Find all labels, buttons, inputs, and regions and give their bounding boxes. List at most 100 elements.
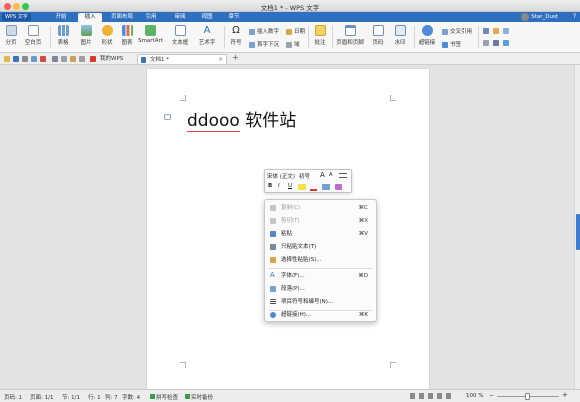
smartart-button[interactable]: SmartArt bbox=[137, 25, 164, 44]
date-button[interactable]: 日期 bbox=[286, 27, 305, 35]
zoom-level[interactable]: 100 % bbox=[466, 393, 483, 399]
pdf-icon[interactable] bbox=[40, 56, 46, 62]
save-icon[interactable] bbox=[13, 56, 19, 62]
bookmark-button[interactable]: 书签 bbox=[442, 40, 461, 48]
image-from-scanner-icon[interactable] bbox=[503, 40, 509, 46]
tab-document1[interactable]: 文档1 * × bbox=[137, 54, 227, 64]
shape-icon bbox=[101, 25, 113, 36]
shape-button[interactable]: 形状 bbox=[98, 25, 116, 46]
menu-item-cut[interactable]: 剪切(T) ⌘X bbox=[265, 215, 376, 228]
menu-item-bullets-numbering[interactable]: 项目符号和编号(N)... bbox=[265, 296, 376, 309]
title-bar: 文档1 * - WPS 文字 bbox=[0, 0, 580, 12]
underline-button[interactable]: U bbox=[288, 183, 292, 189]
help-icon[interactable]: ? bbox=[573, 13, 576, 20]
menu-item-paste-special[interactable]: 选择性粘贴(S)... bbox=[265, 254, 376, 267]
undo-icon[interactable] bbox=[52, 56, 58, 62]
align-icon[interactable] bbox=[322, 184, 330, 190]
menu-item-paragraph[interactable]: 段落(P)... bbox=[265, 283, 376, 296]
attachment-icon[interactable] bbox=[503, 28, 509, 34]
symbol-button[interactable]: Ω 符号 bbox=[227, 25, 245, 46]
font-name-select[interactable]: 宋体 (正文) bbox=[267, 172, 295, 180]
document-heading[interactable]: ddooo 软件站 bbox=[187, 106, 296, 132]
tab-references[interactable]: 引用 bbox=[141, 13, 161, 22]
shrink-font-button[interactable]: A bbox=[329, 172, 332, 178]
tab-page-layout[interactable]: 页面布局 bbox=[107, 13, 137, 22]
barcode-icon[interactable] bbox=[493, 40, 499, 46]
insert-number-button[interactable]: 插入数字 bbox=[249, 27, 279, 35]
misspelled-word[interactable]: ddooo bbox=[187, 111, 240, 132]
ribbon-insert: 分页 空白页 表格 图片 形状 图表 SmartArt 文本框 A 艺术字 Ω … bbox=[0, 22, 580, 53]
comment-button[interactable]: 批注 bbox=[311, 25, 329, 46]
wordart-button[interactable]: A 艺术字 bbox=[195, 25, 219, 46]
margin-marker bbox=[390, 362, 396, 368]
print-icon[interactable] bbox=[22, 56, 28, 62]
more-icon[interactable] bbox=[79, 56, 85, 62]
textbox-button[interactable]: 文本框 bbox=[169, 25, 191, 46]
cross-reference-button[interactable]: 交叉引用 bbox=[442, 27, 472, 35]
backup-toggle[interactable]: 实时备份 bbox=[185, 393, 213, 401]
object-icon[interactable] bbox=[483, 28, 489, 34]
status-page-number: 页码: 1 bbox=[4, 395, 23, 401]
page-number-button[interactable]: 页码 bbox=[368, 25, 388, 46]
field-button[interactable]: 域 bbox=[286, 40, 300, 48]
highlight-icon[interactable] bbox=[298, 184, 306, 190]
status-bar: 页码: 1 页面: 1/1 节: 1/1 行: 1 列: 7 字数: 4 拼写检… bbox=[0, 389, 580, 402]
tab-view[interactable]: 视图 bbox=[197, 13, 217, 22]
wps-logo-icon bbox=[90, 56, 96, 62]
page-break-icon bbox=[5, 25, 17, 36]
status-word-count[interactable]: 字数: 4 bbox=[122, 393, 140, 401]
table-button[interactable]: 表格 bbox=[54, 25, 72, 46]
tab-home[interactable]: 开始 bbox=[50, 13, 72, 22]
scroll-thumb[interactable] bbox=[576, 214, 580, 250]
tab-chapter[interactable]: 章节 bbox=[224, 13, 244, 22]
watermark-button[interactable]: 水印 bbox=[390, 25, 410, 46]
symbol-icon: Ω bbox=[232, 25, 240, 36]
bold-button[interactable]: B bbox=[268, 183, 272, 189]
menu-item-hyperlink[interactable]: 超链接(H)... ⌘K bbox=[265, 309, 376, 322]
cut-icon bbox=[270, 218, 276, 224]
menu-item-paste[interactable]: 粘贴 ⌘V bbox=[265, 228, 376, 241]
format-painter-icon[interactable] bbox=[70, 56, 76, 62]
close-tab-icon[interactable]: × bbox=[218, 55, 223, 65]
tab-my-wps[interactable]: 我的WPS bbox=[88, 54, 136, 64]
picture-button[interactable]: 图片 bbox=[77, 25, 95, 46]
zoom-in-button[interactable]: + bbox=[562, 391, 568, 399]
header-footer-button[interactable]: 页眉和页脚 bbox=[334, 25, 366, 46]
tab-insert[interactable]: 插入 bbox=[78, 13, 102, 22]
paragraph-handle-icon[interactable] bbox=[164, 114, 171, 120]
print-preview-icon[interactable] bbox=[31, 56, 37, 62]
paste-special-icon bbox=[270, 257, 276, 263]
copy-icon bbox=[270, 205, 276, 211]
file-object-icon[interactable] bbox=[493, 28, 499, 34]
blank-page-button[interactable]: 空白页 bbox=[22, 25, 44, 46]
open-icon[interactable] bbox=[4, 56, 10, 62]
redo-icon[interactable] bbox=[61, 56, 67, 62]
font-size-select[interactable]: 初号 bbox=[299, 172, 310, 180]
font-color-icon[interactable] bbox=[310, 183, 317, 191]
dropcap-button[interactable]: 首字下沉 bbox=[249, 40, 279, 48]
chart-button[interactable]: 图表 bbox=[119, 25, 135, 46]
italic-button[interactable]: I bbox=[278, 183, 280, 189]
new-tab-button[interactable]: + bbox=[232, 53, 239, 62]
app-menu-button[interactable]: WPS 文字 bbox=[2, 13, 31, 21]
user-account[interactable]: Star_Dust bbox=[521, 12, 558, 22]
equation-icon[interactable] bbox=[483, 40, 489, 46]
menu-item-paste-text[interactable]: 只粘贴文本(T) bbox=[265, 241, 376, 254]
textbox-icon bbox=[174, 25, 186, 36]
divider bbox=[50, 26, 51, 48]
grow-font-button[interactable]: A bbox=[320, 171, 325, 179]
menu-item-font[interactable]: A 字体(F)... ⌘D bbox=[265, 270, 376, 283]
spell-check-toggle[interactable]: 拼写检查 bbox=[150, 393, 178, 401]
zoom-slider-thumb[interactable] bbox=[525, 393, 530, 400]
zoom-out-button[interactable]: − bbox=[489, 392, 494, 399]
menu-item-copy[interactable]: 复制(C) ⌘C bbox=[265, 202, 376, 215]
paragraph-icon bbox=[270, 286, 276, 292]
view-mode-icons[interactable] bbox=[410, 393, 454, 399]
bookmark-icon bbox=[442, 41, 448, 48]
styles-icon[interactable] bbox=[339, 173, 347, 178]
tab-review[interactable]: 审阅 bbox=[170, 13, 190, 22]
clear-format-icon[interactable] bbox=[335, 184, 342, 190]
page-break-button[interactable]: 分页 bbox=[3, 25, 19, 46]
avatar bbox=[521, 12, 530, 21]
hyperlink-button[interactable]: 超链接 bbox=[416, 25, 438, 46]
